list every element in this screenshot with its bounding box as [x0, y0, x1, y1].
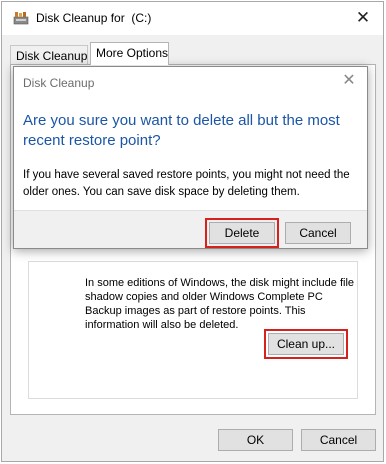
title-bar: Disk Cleanup for (C:) ✕ [2, 2, 383, 35]
ok-button[interactable]: OK [218, 429, 293, 451]
cancel-button[interactable]: Cancel [301, 429, 376, 451]
dialog-body-text: If you have several saved restore points… [23, 169, 350, 198]
system-restore-group: In some editions of Windows, the disk mi… [28, 261, 358, 399]
close-icon[interactable]: ✕ [353, 8, 373, 28]
clean-up-button[interactable]: Clean up... [264, 329, 348, 359]
confirm-dialog: Disk Cleanup ✕ Are you sure you want to … [13, 66, 368, 249]
disk-cleanup-icon [13, 11, 29, 25]
tab-disk-cleanup[interactable]: Disk Cleanup [10, 45, 88, 65]
restore-description: In some editions of Windows, the disk mi… [85, 277, 355, 331]
dialog-heading: Are you sure you want to delete all but … [23, 112, 340, 149]
window-title: Disk Cleanup for (C:) [36, 11, 152, 25]
dialog-cancel-button[interactable]: Cancel [285, 222, 351, 244]
tab-more-options[interactable]: More Options [90, 42, 169, 65]
dialog-close-icon[interactable]: ✕ [339, 71, 359, 91]
dialog-footer: Delete Cancel [14, 210, 367, 248]
dialog-title: Disk Cleanup [23, 76, 95, 90]
delete-button[interactable]: Delete [205, 218, 279, 248]
